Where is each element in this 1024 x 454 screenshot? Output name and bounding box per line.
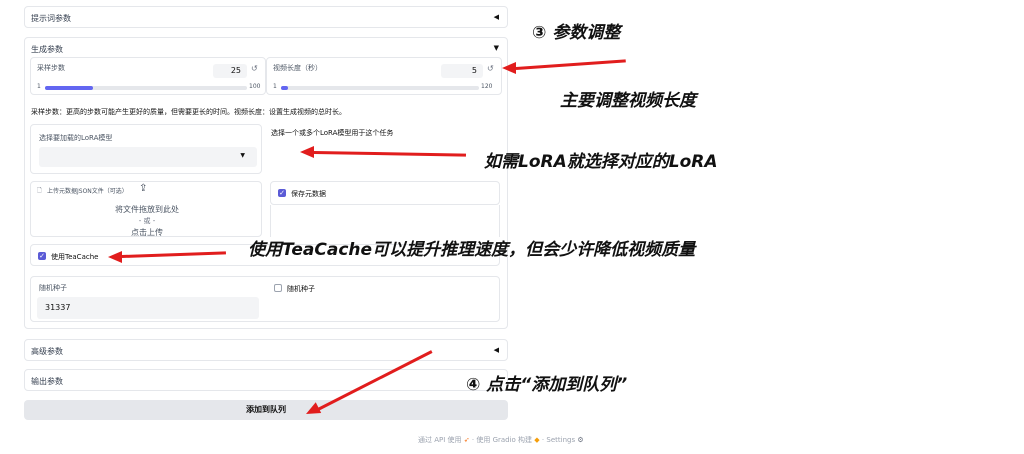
lora-select-label: 选择要加载的LoRA模型 (39, 134, 113, 142)
steps-slider-block: 采样步数 25 ↺ 1 100 (30, 57, 266, 95)
annotation-teacache: 使用TeaCache可以提升推理速度，但会少许降低视频质量 (248, 240, 696, 260)
lora-select-block: 选择要加载的LoRA模型 ▼ (30, 124, 262, 174)
upload-label: 上传元数据JSON文件（可选） (47, 188, 128, 195)
footer: 通过 API 使用 ➶ · 使用 Gradio 构建 ◆ · Settings … (418, 435, 584, 445)
prompt-params-accordion[interactable]: 提示词参数 ◀ (24, 6, 508, 28)
steps-min: 1 (37, 83, 41, 90)
output-params-label: 输出参数 (31, 377, 63, 386)
reset-icon[interactable]: ↺ (251, 64, 258, 73)
annotation-arrowhead (300, 146, 314, 158)
footer-settings-link[interactable]: Settings (546, 436, 575, 444)
annotation-step4: ④ 点击“添加到队列” (466, 375, 628, 395)
duration-slider-fill (281, 86, 288, 90)
advanced-params-accordion[interactable]: 高级参数 ◀ (24, 339, 508, 361)
generation-params-label: 生成参数 (31, 45, 63, 54)
triangle-left-icon: ◀ (493, 346, 499, 354)
triangle-down-icon[interactable]: ▼ (494, 44, 499, 52)
footer-sep: · (471, 436, 475, 444)
upload-icon: ⇪ (139, 183, 148, 194)
lora-hint: 选择一个或多个LoRA模型用于这个任务 (271, 129, 394, 137)
duration-slider-block: 视频长度（秒） 5 ↺ 1 120 (266, 57, 502, 95)
steps-number-input[interactable]: 25 (213, 64, 247, 78)
steps-slider[interactable] (45, 86, 247, 90)
annotation-duration: 主要调整视频长度 (560, 91, 696, 111)
duration-slider[interactable] (281, 86, 479, 90)
duration-max: 120 (481, 83, 493, 90)
footer-sep: · (541, 436, 545, 444)
annotation-arrowhead (502, 62, 516, 74)
param-description: 采样步数：更高的步数可能产生更好的质量，但需要更长的时间。视频长度：设置生成视频… (31, 108, 346, 116)
footer-gradio-link[interactable]: 使用 Gradio 构建 (476, 436, 532, 444)
annotation-arrowhead (108, 251, 122, 263)
random-seed-label: 随机种子 (287, 285, 315, 293)
save-metadata-label: 保存元数据 (291, 190, 326, 198)
rocket-icon: ➶ (463, 436, 470, 444)
upload-or-text: - 或 - (138, 217, 156, 225)
advanced-params-label: 高级参数 (31, 347, 63, 356)
duration-min: 1 (273, 83, 277, 90)
duration-number-input[interactable]: 5 (441, 64, 483, 78)
random-seed-checkbox[interactable] (274, 284, 282, 292)
seed-label: 随机种子 (39, 284, 67, 292)
add-to-queue-button[interactable]: 添加到队列 (24, 400, 508, 420)
annotation-lora: 如需LoRA就选择对应的LoRA (484, 152, 718, 172)
gradio-logo-icon: ◆ (534, 436, 540, 444)
upload-click-text: 点击上传 (131, 228, 163, 237)
steps-max: 100 (249, 83, 261, 90)
upload-drop-text: 将文件拖放到此处 (115, 205, 179, 214)
save-metadata-area (270, 205, 500, 237)
lora-dropdown[interactable]: ▼ (39, 147, 257, 167)
teacache-label: 使用TeaCache (51, 253, 99, 261)
footer-api-link[interactable]: 通过 API 使用 (418, 436, 462, 444)
triangle-left-icon: ◀ (493, 13, 499, 21)
duration-label: 视频长度（秒） (273, 64, 322, 72)
annotation-step3: ③ 参数调整 (532, 23, 621, 43)
steps-label: 采样步数 (37, 64, 65, 72)
file-icon: 🗋 (37, 187, 42, 194)
seed-input[interactable]: 31337 (37, 297, 259, 319)
reset-icon[interactable]: ↺ (487, 64, 494, 73)
seed-block: 随机种子 31337 随机种子 (30, 276, 500, 322)
teacache-checkbox[interactable]: ✓ (38, 252, 46, 260)
steps-slider-fill (45, 86, 94, 90)
gear-icon: ⚙ (577, 436, 584, 444)
save-metadata-block: ✓ 保存元数据 (270, 181, 500, 205)
upload-block[interactable]: 🗋 上传元数据JSON文件（可选） ⇪ 将文件拖放到此处 - 或 - 点击上传 (30, 181, 262, 237)
prompt-params-label: 提示词参数 (31, 14, 71, 23)
caret-down-icon: ▼ (240, 152, 245, 159)
save-metadata-checkbox[interactable]: ✓ (278, 189, 286, 197)
output-params-accordion[interactable]: 输出参数 (24, 369, 508, 391)
annotation-arrow (515, 59, 626, 70)
